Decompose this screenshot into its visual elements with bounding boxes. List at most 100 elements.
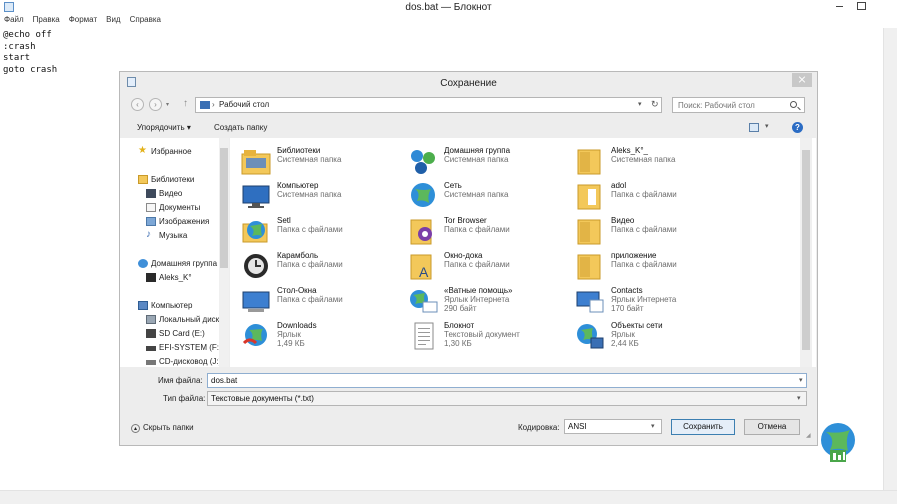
menu-help[interactable]: Справка <box>126 14 166 27</box>
address-bar[interactable]: › Рабочий стол ▾ ↻ <box>195 97 662 113</box>
desktop-folder-icon <box>200 101 210 109</box>
nav-item-label: Локальный диск <box>159 315 220 324</box>
nav-item-label: Библиотеки <box>151 175 195 184</box>
nav-item-documents[interactable]: Документы <box>120 202 220 214</box>
dialog-close-button[interactable] <box>792 73 812 87</box>
nav-item-favorites[interactable]: ★ Избранное <box>120 146 220 158</box>
nav-item-efi-system[interactable]: EFI-SYSTEM (F:) <box>120 342 220 354</box>
save-button[interactable]: Сохранить <box>671 419 735 435</box>
back-arrow-icon[interactable]: ‹ <box>131 98 144 111</box>
file-item-computer[interactable]: Компьютер Системная папка <box>240 177 400 213</box>
file-item-notepad-doc[interactable]: Блокнот Текстовый документ 1,30 КБ <box>407 317 567 353</box>
file-item-network[interactable]: Сеть Системная папка <box>407 177 567 213</box>
editor-line: @echo off <box>3 30 52 40</box>
nav-item-cd-drive[interactable]: CD-дисковод (J:) <box>120 356 220 367</box>
forward-arrow-icon[interactable]: › <box>149 98 162 111</box>
encoding-label: Кодировка: <box>518 423 560 432</box>
hide-folders-toggle[interactable]: ▴ Скрыть папки <box>131 423 194 433</box>
nav-item-music[interactable]: ♪ Музыка <box>120 230 220 242</box>
file-item-setl[interactable]: Setl Папка с файлами <box>240 212 400 248</box>
file-item-user-folder[interactable]: Aleks_K°_ Системная папка <box>574 142 734 178</box>
search-input[interactable] <box>673 98 788 112</box>
editor-horizontal-scrollbar[interactable] <box>0 490 897 504</box>
file-item-libraries[interactable]: Библиотеки Системная папка <box>240 142 400 178</box>
nav-item-pictures[interactable]: Изображения <box>120 216 220 228</box>
view-options-dropdown-icon[interactable]: ▾ <box>765 122 769 130</box>
navigation-scrollbar-thumb[interactable] <box>220 148 228 268</box>
filetype-row: Тип файла: Текстовые документы (*.txt) ▾ <box>120 390 817 407</box>
encoding-select[interactable]: ANSI ▾ <box>564 419 662 434</box>
nav-item-libraries[interactable]: Библиотеки <box>120 174 220 186</box>
file-item-window-doc[interactable]: A Окно-дока Папка с файлами <box>407 247 567 283</box>
file-type: Системная папка <box>444 190 509 199</box>
file-item-video[interactable]: Видео Папка с файлами <box>574 212 734 248</box>
nav-item-homegroup[interactable]: Домашняя группа <box>120 258 220 270</box>
file-list-scrollbar-thumb[interactable] <box>802 150 810 350</box>
nav-item-homegroup-user[interactable]: Aleks_K° <box>120 272 220 284</box>
computer-icon <box>138 301 148 310</box>
filename-input[interactable] <box>207 373 807 388</box>
file-type: Ярлык Интернета <box>444 295 510 304</box>
view-options-icon[interactable] <box>749 123 759 132</box>
address-dropdown-icon[interactable]: ▾ <box>638 100 642 108</box>
file-name: Домашняя группа <box>444 146 511 155</box>
filetype-select[interactable]: Текстовые документы (*.txt) ▾ <box>207 391 807 406</box>
file-size: 170 байт <box>611 304 644 313</box>
editor-vertical-scrollbar[interactable] <box>883 28 897 490</box>
refresh-icon[interactable]: ↻ <box>651 99 659 110</box>
cd-drive-icon <box>146 360 156 365</box>
video-library-icon <box>146 189 156 198</box>
nav-item-local-disk[interactable]: Локальный диск <box>120 314 220 326</box>
navigation-pane: ★ Избранное Библиотеки Видео Документы И… <box>120 138 229 367</box>
file-name: Объекты сети <box>611 321 663 330</box>
file-item-karambol[interactable]: Карамболь Папка с файлами <box>240 247 400 283</box>
help-icon[interactable]: ? <box>792 122 803 133</box>
organize-button[interactable]: Упорядочить ▾ <box>137 123 191 132</box>
homegroup-icon <box>411 150 435 174</box>
up-arrow-icon[interactable]: ↑ <box>183 98 188 109</box>
cancel-button[interactable]: Отмена <box>744 419 800 435</box>
file-item-homegroup[interactable]: Домашняя группа Системная папка <box>407 142 567 178</box>
menu-file[interactable]: Файл <box>0 14 29 27</box>
filename-label: Имя файла: <box>158 376 203 385</box>
nav-item-computer[interactable]: Компьютер <box>120 300 220 312</box>
documents-library-icon <box>146 203 156 212</box>
file-name: Библиотеки <box>277 146 321 155</box>
minimize-icon[interactable] <box>828 0 850 12</box>
internet-shortcut-icon <box>576 291 604 313</box>
file-item-tor-browser[interactable]: Tor Browser Папка с файлами <box>407 212 567 248</box>
filename-dropdown-icon[interactable]: ▾ <box>799 376 803 384</box>
file-name: adol <box>611 181 627 190</box>
file-item-desktop-windows[interactable]: Стол-Окна Папка с файлами <box>240 282 400 318</box>
file-item-network-objects[interactable]: Объекты сети Ярлык 2,44 КБ <box>574 317 734 353</box>
file-list-scrollbar[interactable] <box>800 138 812 367</box>
navigation-scrollbar[interactable] <box>219 138 229 367</box>
close-icon[interactable] <box>872 0 897 12</box>
recent-locations-chevron-icon[interactable]: ▾ <box>166 101 169 108</box>
file-item-contacts[interactable]: Contacts Ярлык Интернета 170 байт <box>574 282 734 318</box>
file-item-adol[interactable]: adol Папка с файлами <box>574 177 734 213</box>
search-icon[interactable] <box>790 101 797 108</box>
file-item-downloads[interactable]: Downloads Ярлык 1,49 КБ <box>240 317 400 353</box>
menu-format[interactable]: Формат <box>65 14 102 27</box>
file-type: Папка с файлами <box>277 225 343 234</box>
user-avatar-icon <box>146 273 156 282</box>
maximize-icon[interactable] <box>850 0 872 12</box>
nav-item-video[interactable]: Видео <box>120 188 220 200</box>
file-name: Setl <box>277 216 291 225</box>
menu-edit[interactable]: Правка <box>29 14 65 27</box>
nav-item-sd-card[interactable]: SD Card (E:) <box>120 328 220 340</box>
nav-item-label: EFI-SYSTEM (F:) <box>159 343 220 352</box>
file-type: Папка с файлами <box>611 225 677 234</box>
local-disk-icon <box>146 315 156 324</box>
file-item-internet-shortcut[interactable]: «Ватные помощь» Ярлык Интернета 290 байт <box>407 282 567 318</box>
menu-view[interactable]: Вид <box>102 14 125 27</box>
new-folder-button[interactable]: Создать папку <box>214 123 267 132</box>
menu-bar: Файл Правка Формат Вид Справка <box>0 14 897 27</box>
file-item-application[interactable]: приложение Папка с файлами <box>574 247 734 283</box>
chevron-up-icon: ▴ <box>131 424 140 433</box>
breadcrumb-separator-icon[interactable]: › <box>212 100 215 109</box>
file-name: Видео <box>611 216 635 225</box>
file-name: Окно-дока <box>444 251 483 260</box>
svg-text:A: A <box>419 264 429 280</box>
